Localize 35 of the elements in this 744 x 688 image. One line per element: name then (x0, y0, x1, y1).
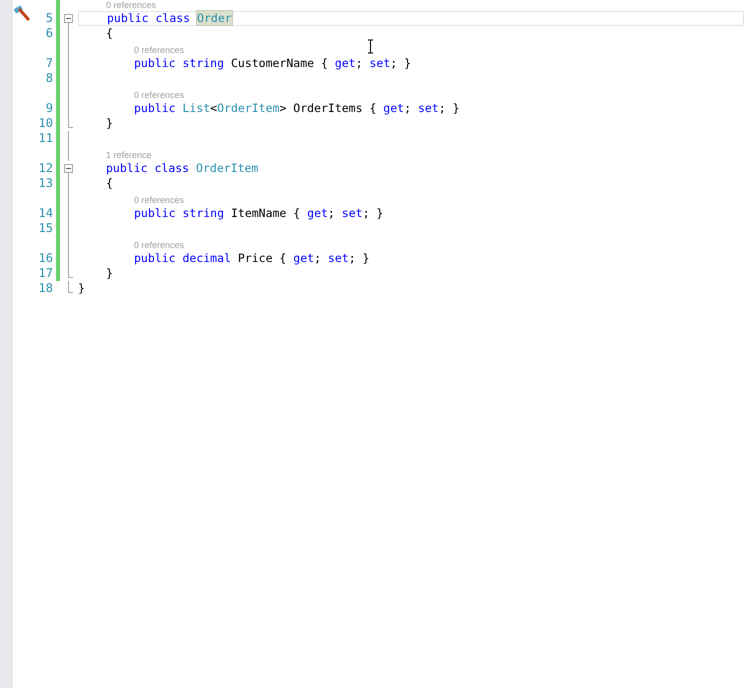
collapse-toggle[interactable] (64, 164, 73, 173)
line-number: 9 (44, 101, 53, 116)
line-number: 6 (44, 26, 53, 41)
code-line: public List<OrderItem> OrderItems { get; set; } (134, 101, 460, 116)
code-line: } (106, 116, 113, 131)
line-number: 16 (38, 251, 53, 266)
code-line: } (106, 266, 113, 281)
line-number: 13 (38, 176, 53, 191)
line-number: 18 (38, 281, 53, 296)
reference-count-link[interactable]: 0 references (106, 0, 156, 12)
code-line: public class OrderItem (106, 161, 258, 176)
line-number: 17 (38, 266, 53, 281)
line-number: 7 (44, 56, 53, 71)
line-number: 8 (44, 71, 53, 86)
code-line: public string CustomerName { get; set; } (134, 56, 412, 71)
line-number: 14 (38, 206, 53, 221)
reference-count-link[interactable]: 1 reference (106, 144, 152, 162)
collapse-toggle[interactable] (64, 14, 73, 23)
line-number: 10 (38, 116, 53, 131)
code-line: public class Order (107, 11, 232, 26)
reference-count-link[interactable]: 0 references (134, 190, 184, 208)
reference-count-link[interactable]: 0 references (134, 84, 184, 102)
code-line: } (78, 281, 85, 296)
line-number: 15 (38, 221, 53, 236)
reference-count-link[interactable]: 0 references (134, 234, 184, 252)
line-number: 12 (38, 161, 53, 176)
line-number: 11 (38, 131, 53, 146)
code-line: public decimal Price { get; set; } (134, 251, 370, 266)
code-line: { (106, 176, 113, 191)
line-number: 5 (44, 11, 53, 26)
text-cursor-icon (367, 39, 374, 54)
code-line: public string ItemName { get; set; } (134, 206, 384, 221)
hammer-icon (13, 4, 31, 21)
reference-count-link[interactable]: 0 references (134, 40, 184, 58)
code-line: { (106, 26, 113, 41)
